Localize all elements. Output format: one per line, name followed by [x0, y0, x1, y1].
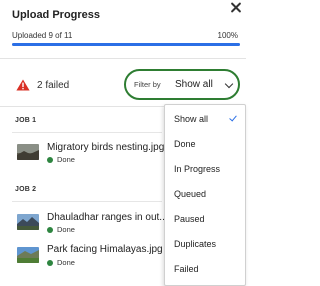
file-thumbnail: [17, 247, 39, 263]
failed-count: 2 failed: [37, 80, 70, 91]
menu-item-label: Failed: [174, 264, 199, 274]
menu-item-duplicates[interactable]: Duplicates: [165, 234, 245, 258]
status-dot: [47, 227, 53, 233]
menu-item-label: Paused: [174, 214, 205, 224]
job-label: JOB 1: [15, 117, 37, 124]
file-name[interactable]: Migratory birds nesting.jpg: [47, 142, 164, 153]
filter-label: Filter by: [134, 80, 161, 89]
menu-item-show-all[interactable]: Show all: [165, 109, 245, 133]
warning-triangle-icon: [16, 79, 30, 91]
status-dot: [47, 260, 53, 266]
checkmark-icon: [229, 113, 237, 122]
menu-item-done[interactable]: Done: [165, 134, 245, 158]
progress-bar-fill: [12, 43, 240, 46]
divider: [12, 132, 162, 133]
menu-item-label: Done: [174, 139, 196, 149]
chevron-down-icon: [224, 79, 234, 89]
filter-dropdown[interactable]: Filter by Show all: [124, 69, 240, 100]
divider: [0, 58, 246, 59]
menu-item-label: In Progress: [174, 164, 221, 174]
menu-item-label: Queued: [174, 189, 207, 199]
menu-item-label: Duplicates: [174, 239, 217, 249]
panel-title: Upload Progress: [12, 9, 101, 21]
file-thumbnail: [17, 144, 39, 160]
progress-percent: 100%: [217, 31, 238, 40]
menu-item-queued[interactable]: Queued: [165, 184, 245, 208]
menu-item-paused[interactable]: Paused: [165, 209, 245, 233]
progress-bar: [12, 43, 240, 46]
uploaded-count: Uploaded 9 of 11: [12, 31, 73, 40]
filter-value: Show all: [175, 79, 213, 90]
divider: [12, 201, 162, 202]
job-label: JOB 2: [15, 186, 37, 193]
file-status: Done: [57, 258, 75, 267]
menu-item-in-progress[interactable]: In Progress: [165, 159, 245, 183]
file-name[interactable]: Dhauladhar ranges in out...: [47, 212, 168, 223]
file-status: Done: [57, 155, 75, 164]
menu-item-failed[interactable]: Failed: [165, 259, 245, 283]
menu-item-label: Show all: [174, 114, 209, 124]
close-icon[interactable]: [229, 1, 243, 15]
file-name[interactable]: Park facing Himalayas.jpg: [47, 244, 163, 255]
filter-menu: Show all Done In Progress Queued Paused …: [164, 104, 246, 286]
file-thumbnail: [17, 214, 39, 230]
upload-progress-panel: Upload Progress Uploaded 9 of 11 100% 2 …: [0, 0, 246, 286]
status-dot: [47, 157, 53, 163]
file-status: Done: [57, 225, 75, 234]
